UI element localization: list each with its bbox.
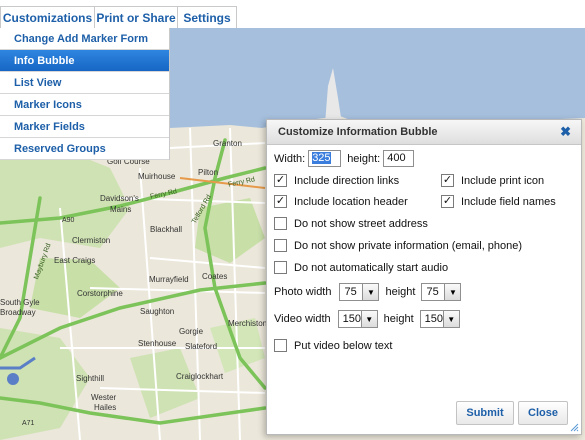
menu-item-change-add-marker-form[interactable]: Change Add Marker Form (0, 28, 169, 50)
close-x-icon[interactable]: ✖ (560, 125, 571, 139)
dimensions-row: Width: 325 height: 400 (274, 150, 415, 167)
map-place-label: Corstorphine (77, 289, 123, 298)
photo-height-value: 75 (426, 286, 439, 298)
map-place-label: Broadway (0, 308, 36, 317)
chevron-down-icon: ▼ (360, 311, 377, 327)
submit-button[interactable]: Submit (456, 401, 514, 425)
map-place-label: Stenhouse (138, 339, 177, 348)
chevron-down-icon: ▼ (444, 284, 461, 300)
map-place-label: Murrayfield (149, 275, 189, 284)
menu-item-marker-fields[interactable]: Marker Fields (0, 116, 169, 138)
map-place-label: Saughton (140, 307, 175, 316)
map-place-label: Coates (202, 272, 228, 281)
location-header-label: Include location header (294, 195, 408, 208)
map-place-label: Merchiston (228, 319, 268, 328)
no-autostart-audio-label: Do not automatically start audio (294, 261, 449, 274)
direction-links-label: Include direction links (294, 174, 400, 187)
customize-info-bubble-dialog: Customize Information Bubble ✖ Width: 32… (266, 119, 582, 435)
option-row: ✓ Include field names (441, 195, 556, 208)
map-place-label: Pilton (198, 168, 219, 177)
photo-width-value: 75 (344, 286, 357, 298)
menu-item-info-bubble[interactable]: Info Bubble (0, 50, 169, 72)
hide-private-info-label: Do not show private information (email, … (294, 239, 523, 252)
top-tab-bar: Customizations Print or Share Settings (0, 0, 585, 28)
video-below-text-label: Put video below text (294, 339, 393, 352)
direction-links-checkbox[interactable]: ✓ (274, 174, 287, 187)
location-header-checkbox[interactable]: ✓ (274, 195, 287, 208)
video-height-label: height (383, 313, 414, 325)
dialog-title: Customize Information Bubble (278, 126, 438, 138)
width-input[interactable]: 325 (308, 150, 342, 167)
video-below-text-checkbox[interactable] (274, 339, 287, 352)
height-input[interactable]: 400 (383, 150, 415, 167)
map-place-label: Muirhouse (138, 172, 176, 181)
field-names-label: Include field names (461, 195, 556, 208)
photo-height-label: height (385, 286, 416, 298)
map-place-label: Sighthill (76, 374, 105, 383)
map-place-label: East Craigs (54, 256, 96, 265)
option-row: Do not show private information (email, … (274, 239, 522, 252)
menu-item-marker-icons[interactable]: Marker Icons (0, 94, 169, 116)
close-button[interactable]: Close (518, 401, 568, 425)
tab-print-or-share[interactable]: Print or Share (94, 6, 178, 28)
photo-width-select[interactable]: 75 ▼ (339, 283, 380, 301)
map-place-label: Blackhall (150, 225, 183, 234)
chevron-down-icon: ▼ (362, 284, 379, 300)
option-row: Put video below text (274, 339, 392, 352)
photo-height-select[interactable]: 75 ▼ (421, 283, 462, 301)
map-road-label: A90 (62, 217, 75, 224)
video-height-value: 150 (424, 313, 444, 325)
map-place-label: Slateford (185, 342, 218, 351)
resize-handle-icon[interactable] (569, 422, 579, 432)
dialog-header: Customize Information Bubble ✖ (267, 120, 581, 145)
width-input-value: 325 (312, 152, 331, 164)
option-row: Do not show street address (274, 217, 428, 230)
chevron-down-icon: ▼ (442, 311, 459, 327)
hide-street-address-checkbox[interactable] (274, 217, 287, 230)
option-row: ✓ Include print icon (441, 174, 544, 187)
no-autostart-audio-checkbox[interactable] (274, 261, 287, 274)
tab-settings[interactable]: Settings (177, 6, 237, 28)
customizations-menu: Change Add Marker Form Info Bubble List … (0, 28, 170, 160)
video-size-row: Video width 150 ▼ height 150 ▼ (274, 310, 460, 328)
video-width-value: 150 (342, 313, 362, 325)
height-label: height: (347, 152, 381, 165)
map-place-label: Hailes (94, 403, 117, 412)
print-icon-label: Include print icon (461, 174, 545, 187)
option-row: ✓ Include location header (274, 195, 408, 208)
photo-size-row: Photo width 75 ▼ height 75 ▼ (274, 283, 462, 301)
map-place-label: Granton (213, 139, 242, 148)
map-place-label: Wester (91, 393, 117, 402)
video-width-select[interactable]: 150 ▼ (337, 310, 378, 328)
menu-item-list-view[interactable]: List View (0, 72, 169, 94)
option-row: Do not automatically start audio (274, 261, 448, 274)
map-road-label: A71 (22, 420, 35, 427)
map-place-label: Clermiston (72, 236, 111, 245)
width-label: Width: (274, 152, 306, 165)
field-names-checkbox[interactable]: ✓ (441, 195, 454, 208)
map-place-label: South Gyle (0, 298, 40, 307)
map-place-label: Craiglockhart (176, 372, 224, 381)
print-icon-checkbox[interactable]: ✓ (441, 174, 454, 187)
option-row: ✓ Include direction links (274, 174, 399, 187)
photo-width-label: Photo width (274, 286, 332, 298)
map-place-label: Mains (110, 205, 132, 214)
hide-street-address-label: Do not show street address (294, 217, 428, 230)
video-width-label: Video width (274, 313, 331, 325)
tab-customizations[interactable]: Customizations (0, 6, 95, 28)
hide-private-info-checkbox[interactable] (274, 239, 287, 252)
video-height-select[interactable]: 150 ▼ (419, 310, 460, 328)
menu-item-reserved-groups[interactable]: Reserved Groups (0, 138, 169, 160)
map-place-label: Gorgie (179, 327, 204, 336)
map-place-label: Davidson's (100, 194, 139, 203)
